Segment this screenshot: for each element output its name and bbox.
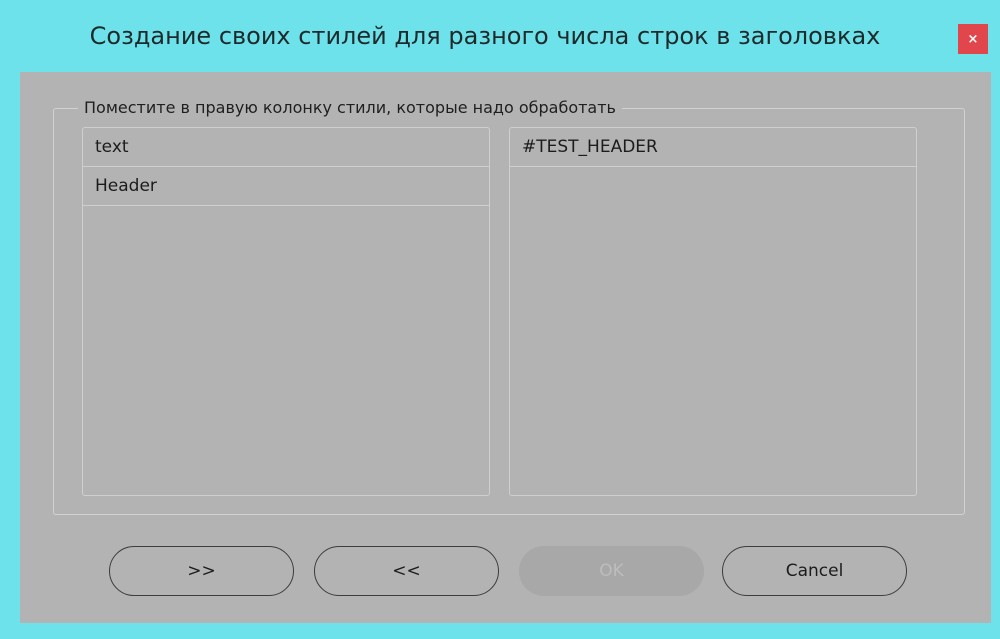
ok-button[interactable]: OK (519, 546, 704, 596)
close-icon: × (967, 31, 979, 47)
move-left-button[interactable]: << (314, 546, 499, 596)
available-styles-list[interactable]: text Header (82, 127, 490, 496)
list-item[interactable]: #TEST_HEADER (510, 128, 916, 167)
window-title: Создание своих стилей для разного числа … (89, 22, 881, 50)
groupbox-legend: Поместите в правую колонку стили, которы… (78, 97, 622, 119)
cancel-button[interactable]: Cancel (722, 546, 907, 596)
list-item[interactable]: Header (83, 167, 489, 206)
close-button[interactable]: × (958, 24, 988, 54)
dialog-content: Поместите в правую колонку стили, которы… (20, 72, 991, 623)
list-item[interactable]: text (83, 128, 489, 167)
title-bar[interactable]: Создание своих стилей для разного числа … (0, 0, 1000, 76)
selected-styles-list[interactable]: #TEST_HEADER (509, 127, 917, 496)
move-right-button[interactable]: >> (109, 546, 294, 596)
dialog-window: Создание своих стилей для разного числа … (0, 0, 1000, 639)
